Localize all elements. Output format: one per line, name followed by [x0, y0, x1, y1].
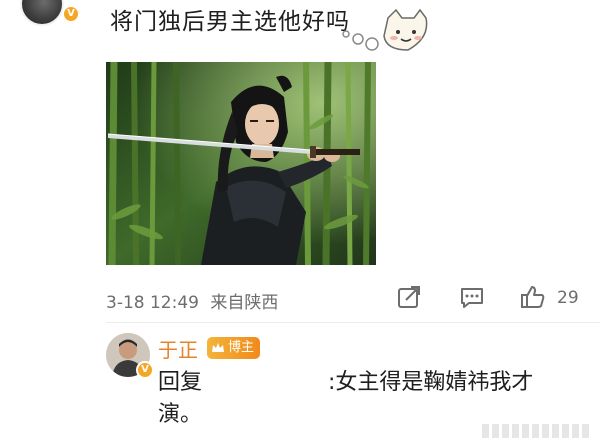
verified-badge-icon: V — [136, 361, 154, 379]
divider — [106, 322, 600, 323]
reply-text-line2: 演。 — [158, 402, 203, 427]
crown-icon — [212, 343, 224, 352]
weibo-post-screen: V 将门独后男主选他好吗 3-18 12:49 来自陕西 29 V 于正 博主 … — [0, 0, 600, 448]
post-image[interactable] — [106, 62, 376, 265]
blogger-badge-label: 博主 — [228, 340, 255, 355]
share-icon[interactable] — [396, 284, 422, 310]
reply-author-name[interactable]: 于正 — [158, 334, 198, 363]
blogger-badge: 博主 — [207, 337, 261, 359]
comment-icon[interactable] — [459, 284, 485, 310]
post-time: 3-18 12:49 — [106, 293, 199, 313]
post-source: 来自陕西 — [210, 293, 279, 313]
cat-sticker-icon — [342, 8, 428, 51]
watermark — [482, 424, 592, 438]
reply-prefix: 回复 — [158, 370, 203, 395]
poster-avatar[interactable] — [20, 0, 64, 26]
reply-text: 回复 :女主得是鞠婧祎我才 演。 — [158, 367, 533, 431]
verified-badge-icon: V — [62, 5, 80, 23]
post-meta: 3-18 12:49 来自陕西 — [106, 288, 278, 313]
swordsman-in-bamboo-forest-image — [106, 62, 376, 265]
post-text: 将门独后男主选他好吗 — [110, 9, 350, 35]
reply-text-line1: :女主得是鞠婧祎我才 — [328, 370, 534, 395]
like-count: 29 — [557, 288, 579, 308]
thumbs-up-icon[interactable] — [520, 284, 546, 310]
